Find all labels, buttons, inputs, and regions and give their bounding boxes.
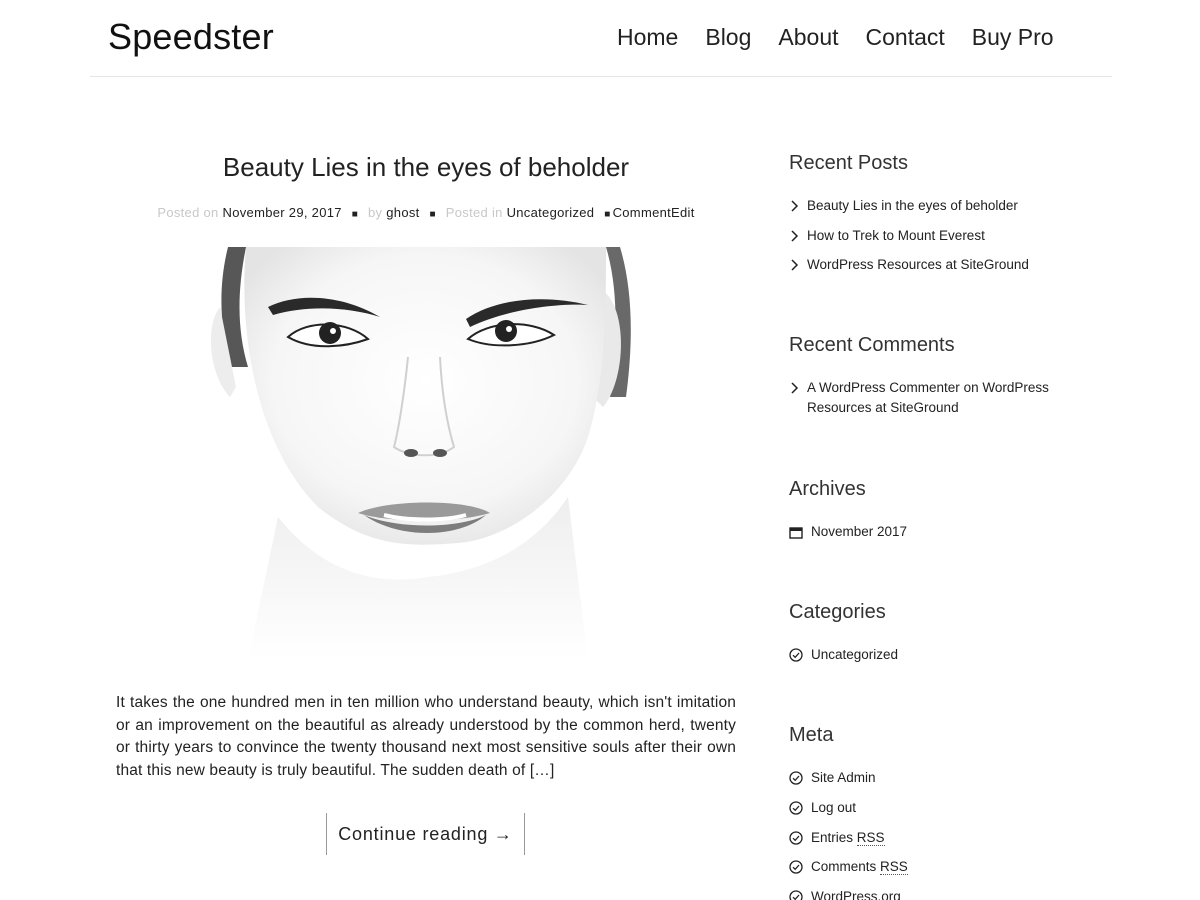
list-item: November 2017 <box>789 522 1114 542</box>
post-article: Beauty Lies in the eyes of beholder Post… <box>116 150 736 855</box>
check-circle-icon <box>789 801 803 815</box>
comment-on-label: on <box>963 380 979 395</box>
post-title[interactable]: Beauty Lies in the eyes of beholder <box>116 152 736 183</box>
recent-posts-title: Recent Posts <box>789 152 908 174</box>
chevron-right-icon <box>791 382 799 394</box>
continue-reading-button[interactable]: Continue reading → <box>326 813 525 855</box>
post-edit-link[interactable]: Edit <box>671 205 695 220</box>
categories-list: Uncategorized <box>789 645 1114 665</box>
comments-label: Comments <box>811 859 877 875</box>
archives-title: Archives <box>789 478 866 500</box>
meta-separator: ■ <box>429 209 436 220</box>
archive-link[interactable]: November 2017 <box>811 524 907 539</box>
recent-post-link[interactable]: Beauty Lies in the eyes of beholder <box>807 198 1018 213</box>
recent-post-link[interactable]: How to Trek to Mount Everest <box>807 228 985 243</box>
rss-abbr: RSS <box>880 859 908 876</box>
main-nav: Home Blog About Contact Buy Pro <box>617 24 1081 51</box>
nav-buy-pro[interactable]: Buy Pro <box>972 24 1054 51</box>
by-label: by <box>368 205 383 220</box>
recent-comments-title: Recent Comments <box>789 334 955 356</box>
meta-separator: ■ <box>351 209 359 220</box>
entries-rss-link[interactable]: Entries RSS <box>811 829 885 846</box>
wordpress-org-link[interactable]: WordPress.org <box>811 889 901 900</box>
check-circle-icon <box>789 648 803 662</box>
post-meta: Posted on November 29, 2017 ■ by ghost ■… <box>116 205 736 220</box>
rss-abbr: RSS <box>856 829 885 846</box>
chevron-right-icon <box>791 200 799 212</box>
nav-about[interactable]: About <box>778 24 838 51</box>
log-out-link[interactable]: Log out <box>811 800 856 815</box>
list-item: Uncategorized <box>789 645 1114 665</box>
meta-list: Site Admin Log out Entries RSS Comments … <box>789 768 1114 900</box>
entries-label: Entries <box>811 829 854 845</box>
list-item: Comments RSS <box>789 857 1114 877</box>
comment-author-link[interactable]: A WordPress Commenter <box>807 380 960 395</box>
list-item: Entries RSS <box>789 828 1114 848</box>
post-excerpt: It takes the one hundred men in ten mill… <box>116 694 736 779</box>
recent-comments-list: A WordPress Commenter on WordPress Resou… <box>789 378 1114 418</box>
chevron-right-icon <box>791 229 799 242</box>
list-item: Site Admin <box>789 768 1114 788</box>
check-circle-icon <box>789 890 803 900</box>
site-header: Speedster Home Blog About Contact Buy Pr… <box>90 0 1112 77</box>
list-item: How to Trek to Mount Everest <box>789 226 1114 246</box>
featured-image[interactable] <box>208 247 698 660</box>
chevron-right-icon <box>791 259 799 271</box>
archives-list: November 2017 <box>789 522 1114 542</box>
list-item: WordPress Resources at SiteGround <box>789 255 1114 275</box>
check-circle-icon <box>789 771 803 785</box>
list-item: Beauty Lies in the eyes of beholder <box>789 196 1114 216</box>
categories-title: Categories <box>789 601 886 623</box>
nav-home[interactable]: Home <box>617 24 678 51</box>
category-link[interactable]: Uncategorized <box>811 647 898 662</box>
post-author-link[interactable]: ghost <box>386 205 419 220</box>
nav-blog[interactable]: Blog <box>705 24 751 51</box>
post-title-link[interactable]: Beauty Lies in the eyes of beholder <box>223 152 629 182</box>
posted-in-label: Posted in <box>445 205 503 220</box>
check-circle-icon <box>789 860 803 875</box>
post-comment-link[interactable]: Comment <box>613 205 671 220</box>
list-item: Log out <box>789 798 1114 818</box>
post-category-link[interactable]: Uncategorized <box>507 205 595 220</box>
post-date-link[interactable]: November 29, 2017 <box>223 205 342 220</box>
calendar-icon <box>789 527 803 539</box>
meta-separator: ■ <box>604 209 611 220</box>
recent-post-link[interactable]: WordPress Resources at SiteGround <box>807 257 1029 272</box>
check-circle-icon <box>789 830 803 845</box>
posted-on-label: Posted on <box>157 205 219 220</box>
meta-title: Meta <box>789 724 834 746</box>
recent-posts-list: Beauty Lies in the eyes of beholder How … <box>789 196 1114 275</box>
site-admin-link[interactable]: Site Admin <box>811 770 876 785</box>
site-title-link[interactable]: Speedster <box>108 16 274 58</box>
list-item: WordPress.org <box>789 887 1114 900</box>
list-item: A WordPress Commenter on WordPress Resou… <box>789 378 1114 418</box>
comments-rss-link[interactable]: Comments RSS <box>811 859 908 876</box>
nav-contact[interactable]: Contact <box>866 24 945 51</box>
portrait-photo <box>208 247 698 660</box>
